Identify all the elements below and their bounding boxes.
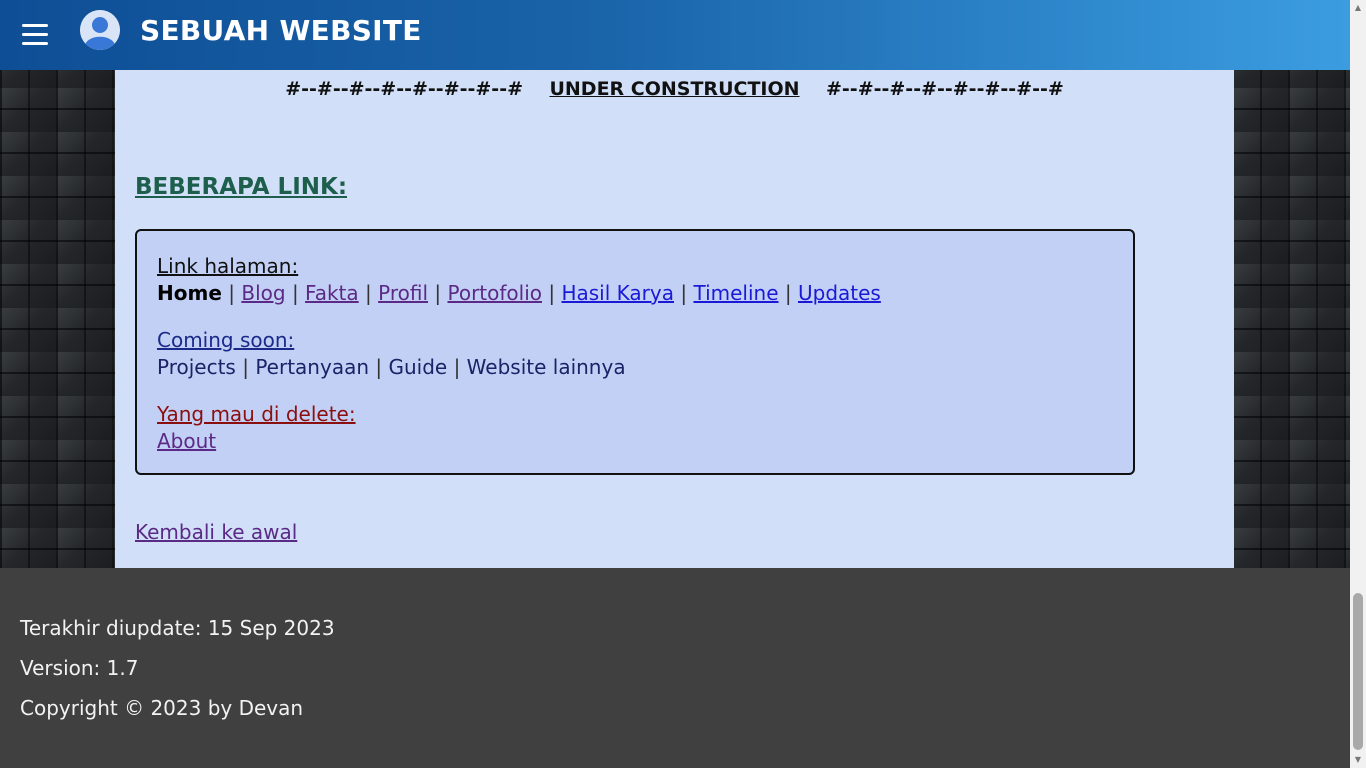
back-to-top-link[interactable]: Kembali ke awal (135, 520, 297, 544)
link-about[interactable]: About (157, 429, 216, 453)
link-box: Link halaman: Home | Blog | Fakta | Prof… (135, 229, 1135, 475)
scroll-down-arrow-icon[interactable]: ▼ (1350, 752, 1366, 768)
delete-group: Yang mau di delete: About (157, 401, 1113, 455)
link-hasil-karya[interactable]: Hasil Karya (561, 281, 674, 305)
pages-label: Link halaman: (157, 254, 299, 278)
scroll-up-arrow-icon[interactable]: ▲ (1350, 0, 1366, 16)
soon-item-projects: Projects (157, 355, 236, 379)
site-header: SEBUAH WEBSITE (0, 0, 1350, 70)
separator: | (548, 281, 556, 305)
separator: | (242, 355, 249, 379)
site-title: SEBUAH WEBSITE (140, 14, 422, 47)
separator: | (228, 281, 235, 305)
separator: | (434, 281, 442, 305)
link-home-current: Home (157, 281, 222, 305)
construction-banner: #--#--#--#--#--#--#--# UNDER CONSTRUCTIO… (115, 78, 1234, 100)
soon-item-pertanyaan: Pertanyaan (255, 355, 369, 379)
separator: | (365, 281, 372, 305)
separator: | (375, 355, 383, 379)
separator: | (784, 281, 792, 305)
pages-group: Link halaman: Home | Blog | Fakta | Prof… (157, 253, 1113, 307)
soon-item-guide: Guide (388, 355, 448, 379)
vertical-scrollbar[interactable]: ▲ ▼ (1350, 0, 1366, 768)
construction-left-decoration: #--#--#--#--#--#--#--# (285, 78, 523, 100)
link-profil[interactable]: Profil (378, 281, 428, 305)
main-content: #--#--#--#--#--#--#--# UNDER CONSTRUCTIO… (115, 70, 1234, 568)
coming-soon-label: Coming soon: (157, 328, 295, 352)
link-timeline[interactable]: Timeline (693, 281, 778, 305)
scrollbar-thumb[interactable] (1353, 593, 1363, 750)
separator: | (680, 281, 688, 305)
link-blog[interactable]: Blog (241, 281, 285, 305)
under-construction-text: UNDER CONSTRUCTION (549, 78, 800, 100)
copyright-text: Copyright © 2023 by Devan (20, 696, 304, 720)
soon-item-website-lainnya: Website lainnya (466, 355, 626, 379)
user-avatar-icon[interactable] (80, 10, 120, 50)
link-fakta[interactable]: Fakta (305, 281, 359, 305)
version-text: Version: 1.7 (20, 656, 139, 680)
separator: | (291, 281, 299, 305)
coming-soon-group: Coming soon: Projects | Pertanyaan | Gui… (157, 327, 1113, 381)
hamburger-menu-icon[interactable] (22, 24, 48, 46)
separator: | (453, 355, 461, 379)
section-title: BEBERAPA LINK: (135, 174, 348, 200)
delete-row: About (157, 428, 1113, 455)
pages-row: Home | Blog | Fakta | Profil | Portofoli… (157, 280, 1113, 307)
coming-soon-row: Projects | Pertanyaan | Guide | Website … (157, 354, 1113, 381)
delete-label: Yang mau di delete: (157, 402, 356, 426)
link-portofolio[interactable]: Portofolio (447, 281, 542, 305)
construction-right-decoration: #--#--#--#--#--#--#--# (826, 78, 1064, 100)
site-footer: Terakhir diupdate: 15 Sep 2023 Version: … (0, 568, 1350, 768)
last-updated-text: Terakhir diupdate: 15 Sep 2023 (20, 616, 335, 640)
link-updates[interactable]: Updates (798, 281, 881, 305)
